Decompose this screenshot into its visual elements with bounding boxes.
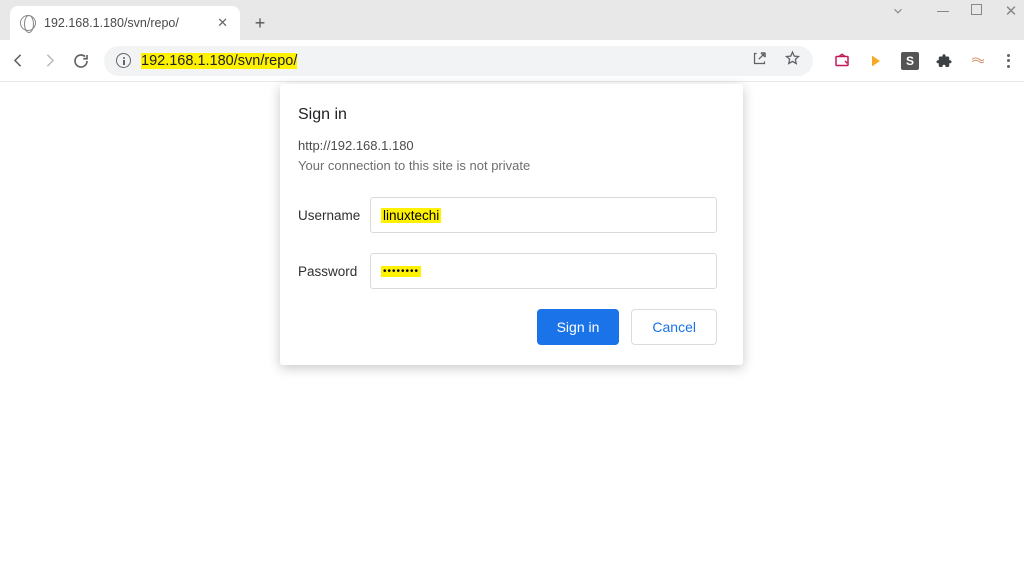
extension-icon-s[interactable]: S <box>901 52 919 70</box>
window-close-icon[interactable]: ✕ <box>1004 4 1018 18</box>
forward-button <box>41 52 58 69</box>
minimize-icon[interactable] <box>937 11 949 12</box>
browser-menu-button[interactable] <box>1003 54 1014 68</box>
browser-toolbar: 192.168.1.180/svn/repo/ S <box>0 40 1024 82</box>
extension-icons: S <box>833 52 1014 70</box>
back-button[interactable] <box>10 52 27 69</box>
dialog-warning: Your connection to this site is not priv… <box>298 158 717 173</box>
cancel-button[interactable]: Cancel <box>631 309 717 345</box>
close-tab-icon[interactable]: ✕ <box>215 15 230 31</box>
extension-icon-2[interactable] <box>867 52 885 70</box>
dialog-origin: http://192.168.1.180 <box>298 138 717 153</box>
window-controls: ✕ <box>891 4 1018 18</box>
password-label: Password <box>298 264 370 279</box>
browser-tab-active[interactable]: 192.168.1.180/svn/repo/ ✕ <box>10 6 240 40</box>
auth-dialog: Sign in http://192.168.1.180 Your connec… <box>280 84 743 365</box>
globe-icon <box>20 15 36 31</box>
dialog-title: Sign in <box>298 106 717 124</box>
tab-title: 192.168.1.180/svn/repo/ <box>44 16 207 30</box>
signin-button[interactable]: Sign in <box>537 309 620 345</box>
extensions-puzzle-icon[interactable] <box>935 52 953 70</box>
password-input[interactable]: •••••••• <box>370 253 717 289</box>
bookmark-star-icon[interactable] <box>784 50 801 72</box>
username-input[interactable]: linuxtechi <box>370 197 717 233</box>
maximize-icon[interactable] <box>971 4 982 15</box>
new-tab-button[interactable]: + <box>246 9 274 37</box>
info-icon[interactable] <box>116 53 131 68</box>
share-icon[interactable] <box>751 50 768 72</box>
extension-icon-1[interactable] <box>833 52 851 70</box>
address-bar[interactable]: 192.168.1.180/svn/repo/ <box>104 46 813 76</box>
extension-icon-3[interactable] <box>969 52 987 70</box>
url-text: 192.168.1.180/svn/repo/ <box>141 53 741 69</box>
reload-button[interactable] <box>72 52 90 70</box>
chevron-down-icon[interactable] <box>891 4 905 18</box>
window-titlebar: 192.168.1.180/svn/repo/ ✕ + ✕ <box>0 0 1024 40</box>
username-label: Username <box>298 208 370 223</box>
